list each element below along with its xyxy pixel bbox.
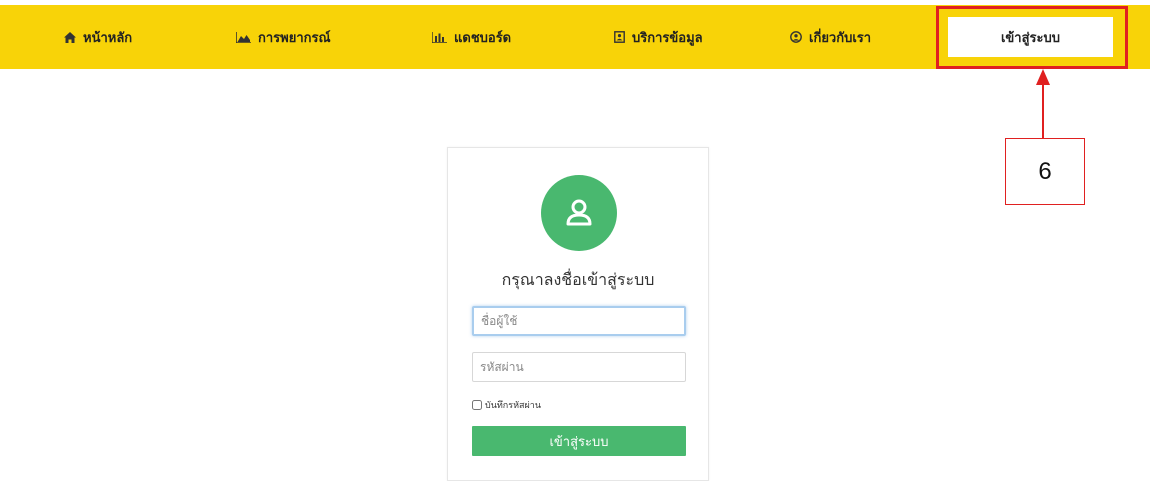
user-circle-icon bbox=[790, 31, 802, 43]
area-chart-icon bbox=[236, 31, 251, 43]
annotation-number: 6 bbox=[1005, 138, 1085, 205]
username-input[interactable] bbox=[472, 306, 686, 336]
nav-item-home[interactable]: หน้าหลัก bbox=[64, 5, 132, 69]
nav-item-label: บริการข้อมูล bbox=[632, 30, 703, 46]
login-title: กรุณาลงชื่อเข้าสู่ระบบ bbox=[501, 270, 655, 289]
home-icon bbox=[64, 31, 76, 43]
password-input[interactable] bbox=[472, 352, 686, 382]
remember-password-checkbox[interactable] bbox=[472, 400, 482, 410]
nav-item-label: หน้าหลัก bbox=[83, 30, 133, 46]
login-card: กรุณาลงชื่อเข้าสู่ระบบ บันทึกรหัสผ่าน เข… bbox=[447, 147, 709, 481]
user-icon bbox=[561, 195, 597, 231]
nav-item-data-service[interactable]: บริการข้อมูล bbox=[614, 5, 703, 69]
nav-item-forecast[interactable]: การพยากรณ์ bbox=[236, 5, 331, 69]
avatar bbox=[541, 175, 617, 251]
nav-item-label: แดชบอร์ด bbox=[454, 30, 512, 46]
remember-password[interactable]: บันทึกรหัสผ่าน bbox=[472, 398, 541, 412]
annotation-line bbox=[1042, 84, 1044, 138]
annotation-highlight-box bbox=[936, 6, 1128, 69]
contact-card-icon bbox=[614, 31, 625, 43]
annotation-arrow bbox=[1036, 69, 1050, 85]
nav-item-label: การพยากรณ์ bbox=[258, 30, 331, 46]
nav-item-label: เกี่ยวกับเรา bbox=[809, 30, 872, 46]
bar-chart-icon bbox=[432, 31, 447, 43]
nav-item-about[interactable]: เกี่ยวกับเรา bbox=[790, 5, 871, 69]
remember-password-label: บันทึกรหัสผ่าน bbox=[485, 401, 541, 411]
nav-item-dashboard[interactable]: แดชบอร์ด bbox=[432, 5, 511, 69]
login-submit-button[interactable]: เข้าสู่ระบบ bbox=[472, 426, 686, 456]
